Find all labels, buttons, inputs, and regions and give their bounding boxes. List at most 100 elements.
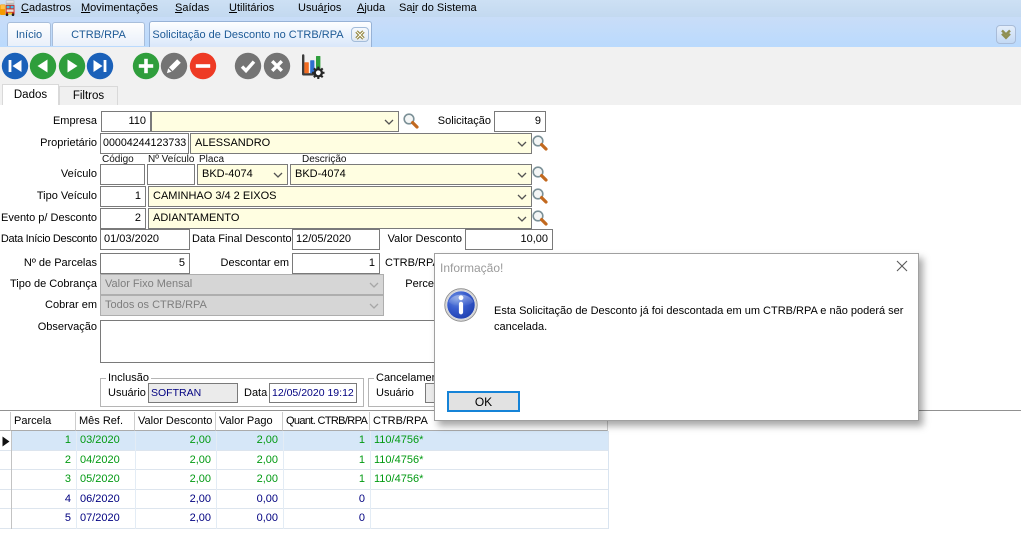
grid-cell-valor_pago[interactable]: 0,00 — [216, 490, 278, 510]
evento-code-field[interactable]: 2 — [100, 208, 146, 229]
tipo-veiculo-combo[interactable]: CAMINHAO 3/4 2 EIXOS — [148, 186, 532, 207]
grid-cell-mes[interactable]: 03/2020 — [80, 431, 135, 451]
grid-cell-parcela[interactable]: 1 — [11, 431, 71, 451]
grid-row-4[interactable]: 4 06/20202,000,000 — [0, 490, 608, 510]
veiculo-descricao-combo[interactable]: BKD-4074 — [290, 164, 532, 185]
evento-search-icon[interactable] — [531, 209, 549, 227]
grid-header-quant-ctrb[interactable]: Quant. CTRB/RPA — [283, 412, 370, 431]
grid-cell-quant[interactable]: 1 — [283, 470, 365, 490]
veiculo-search-icon[interactable] — [531, 165, 549, 183]
tab-close-icon[interactable] — [351, 27, 369, 42]
delete-record-icon[interactable] — [189, 52, 217, 80]
grid-row-1[interactable]: 103/20202,002,001110/4756* — [0, 431, 608, 451]
chevron-down-icon — [517, 172, 527, 178]
parcelas-grid: Parcela Mês Ref. Valor Desconto Valor Pa… — [0, 410, 1021, 558]
grid-col-line — [370, 431, 371, 529]
tab-ctrb-rpa[interactable]: CTRB/RPA — [52, 22, 145, 46]
tab-filtros[interactable]: Filtros — [59, 86, 118, 105]
grid-header-valor-desconto[interactable]: Valor Desconto — [135, 412, 216, 431]
grid-row-2[interactable]: 204/20202,002,001110/4756* — [0, 451, 608, 471]
empresa-code-field[interactable]: 110 — [101, 111, 151, 132]
grid-row-3[interactable]: 305/20202,002,001110/4756* — [0, 470, 608, 490]
grid-cell-valor_pago[interactable]: 2,00 — [216, 470, 278, 490]
ok-button[interactable]: OK — [447, 391, 520, 412]
proprietario-search-icon[interactable] — [531, 134, 549, 152]
menu-item-ajuda[interactable]: Ajuda — [357, 2, 385, 15]
cancelamento-usuario-label: Usuário — [376, 383, 414, 403]
valor-desconto-field[interactable]: 10,00 — [465, 229, 553, 250]
tipo-veiculo-code-field[interactable]: 1 — [100, 186, 146, 207]
cancel-icon[interactable] — [263, 52, 291, 80]
menu-item-saidas[interactable]: Saídas — [175, 2, 209, 15]
grid-cell-valor_desconto[interactable]: 2,00 — [135, 490, 211, 510]
descontar-em-label: Descontar em — [192, 253, 289, 274]
chevron-down-icon — [517, 194, 527, 200]
cobrar-em-label: Cobrar em — [0, 295, 97, 316]
grid-cell-mes[interactable]: 07/2020 — [80, 509, 135, 529]
proprietario-combo[interactable]: ALESSANDRO — [190, 133, 532, 154]
num-parcelas-field[interactable]: 5 — [100, 253, 190, 274]
grid-cell-quant[interactable]: 1 — [283, 431, 365, 451]
grid-cell-ctrb[interactable]: 110/4756* — [374, 451, 604, 471]
grid-cell-valor_pago[interactable]: 2,00 — [216, 431, 278, 451]
grid-header-selector — [0, 412, 11, 431]
grid-cell-parcela[interactable]: 4 — [11, 490, 71, 510]
grid-cell-valor_desconto[interactable]: 2,00 — [135, 451, 211, 471]
percentual-label: Perce — [385, 274, 434, 295]
grid-header-valor-pago[interactable]: Valor Pago — [216, 412, 283, 431]
menu-item-utilitarios[interactable]: Utilitários — [229, 2, 274, 15]
grid-cell-valor_pago[interactable]: 2,00 — [216, 451, 278, 471]
report-chart-gear-icon[interactable] — [301, 54, 325, 79]
menu-item-movimentacoes[interactable]: Movimentações — [81, 2, 158, 15]
grid-header-parcela[interactable]: Parcela — [11, 412, 76, 431]
grid-cell-quant[interactable]: 0 — [283, 509, 365, 529]
confirm-icon[interactable] — [234, 52, 262, 80]
grid-cell-valor_desconto[interactable]: 2,00 — [135, 431, 211, 451]
prior-record-icon[interactable] — [29, 52, 57, 80]
menu-item-usuarios[interactable]: Usuários — [298, 2, 341, 15]
tab-inicio[interactable]: Início — [7, 22, 51, 46]
grid-col-line — [76, 431, 77, 529]
menu-item-sair[interactable]: Sair do Sistema — [399, 2, 477, 15]
menu-item-cadastros[interactable]: Cadastros — [21, 2, 71, 15]
insert-record-icon[interactable] — [132, 52, 160, 80]
toolbar — [0, 47, 1021, 84]
tab-solicitacao-desconto[interactable]: Solicitação de Desconto no CTRB/RPA — [149, 21, 372, 47]
grid-cell-ctrb[interactable] — [374, 509, 604, 529]
grid-cell-quant[interactable]: 0 — [283, 490, 365, 510]
grid-row-5[interactable]: 5 07/20202,000,000 — [0, 509, 608, 529]
first-record-icon[interactable] — [1, 52, 29, 80]
dialog-close-icon[interactable] — [894, 258, 910, 274]
grid-cell-quant[interactable]: 1 — [283, 451, 365, 471]
grid-cell-ctrb[interactable] — [374, 490, 604, 510]
dialog-title: Informação! — [440, 261, 503, 275]
evento-combo[interactable]: ADIANTAMENTO — [148, 208, 532, 229]
grid-cell-mes[interactable]: 06/2020 — [80, 490, 135, 510]
grid-cell-ctrb[interactable]: 110/4756* — [374, 470, 604, 490]
tipo-veiculo-search-icon[interactable] — [531, 187, 549, 205]
descontar-em-field[interactable]: 1 — [292, 253, 380, 274]
grid-cell-valor_pago[interactable]: 0,00 — [216, 509, 278, 529]
grid-header-mes-ref[interactable]: Mês Ref. — [76, 412, 135, 431]
grid-cell-parcela[interactable]: 2 — [11, 451, 71, 471]
proprietario-code-field[interactable]: 00004244123733 — [100, 133, 189, 154]
grid-cell-mes[interactable]: 05/2020 — [80, 470, 135, 490]
grid-cell-mes[interactable]: 04/2020 — [80, 451, 135, 471]
grid-cell-valor_desconto[interactable]: 2,00 — [135, 470, 211, 490]
grid-cell-parcela[interactable]: 5 — [11, 509, 71, 529]
veiculo-placa-combo[interactable]: BKD-4074 — [197, 164, 288, 185]
tab-overflow-chevron-icon[interactable] — [996, 25, 1016, 44]
veiculo-num-field[interactable] — [147, 164, 195, 185]
grid-cell-parcela[interactable]: 3 — [11, 470, 71, 490]
edit-record-icon[interactable] — [160, 52, 188, 80]
tab-dados[interactable]: Dados — [2, 84, 59, 105]
grid-cell-valor_desconto[interactable]: 2,00 — [135, 509, 211, 529]
solicitacao-field[interactable]: 9 — [494, 111, 546, 132]
empresa-combo[interactable] — [151, 111, 399, 132]
last-record-icon[interactable] — [86, 52, 114, 80]
grid-cell-ctrb[interactable]: 110/4756* — [374, 431, 604, 451]
next-record-icon[interactable] — [58, 52, 86, 80]
veiculo-codigo-field[interactable] — [100, 164, 145, 185]
data-final-field[interactable]: 12/05/2020 — [292, 229, 380, 250]
data-inicio-field[interactable]: 01/03/2020 — [100, 229, 190, 250]
